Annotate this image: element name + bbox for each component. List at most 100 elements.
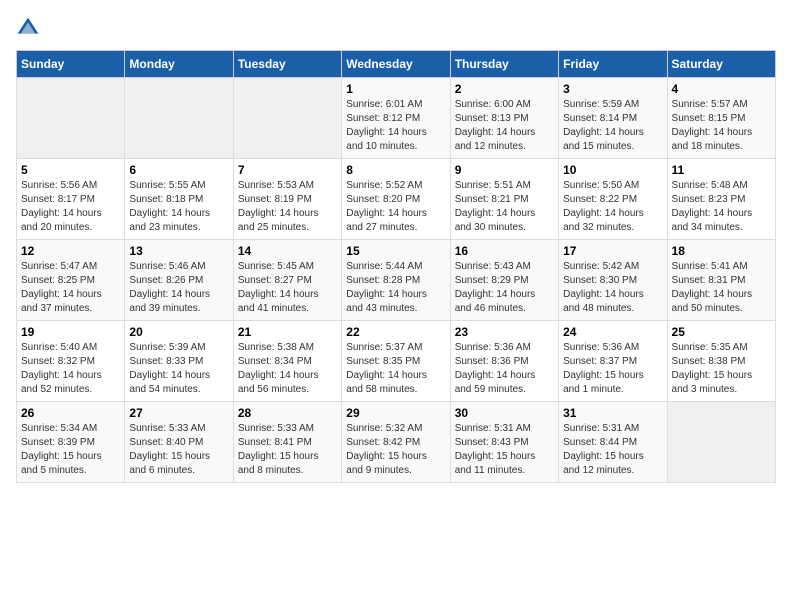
- day-number: 16: [455, 244, 554, 258]
- day-number: 13: [129, 244, 228, 258]
- day-number: 20: [129, 325, 228, 339]
- day-cell: 9 Sunrise: 5:51 AMSunset: 8:21 PMDaylight…: [450, 159, 558, 240]
- day-info: Sunrise: 6:00 AMSunset: 8:13 PMDaylight:…: [455, 98, 554, 154]
- day-cell: [233, 78, 341, 159]
- day-number: 28: [238, 406, 337, 420]
- day-cell: 1Sunrise: 6:01 AMSunset: 8:12 PMDaylight…: [342, 78, 450, 159]
- day-info: Sunrise: 5:56 AMSunset: 8:17 PMDaylight:…: [21, 179, 120, 235]
- day-cell: 5Sunrise: 5:56 AMSunset: 8:17 PMDaylight…: [17, 159, 125, 240]
- day-cell: 26 Sunrise: 5:34 AMSunset: 8:39 PMDayligh…: [17, 402, 125, 483]
- day-number: 22: [346, 325, 445, 339]
- day-cell: 17 Sunrise: 5:42 AMSunset: 8:30 PMDayligh…: [559, 240, 667, 321]
- day-info: Sunrise: 5:38 AMSunset: 8:34 PMDaylight:…: [238, 341, 337, 397]
- day-number: 11: [672, 163, 771, 177]
- day-cell: [667, 402, 775, 483]
- day-number: 4: [672, 82, 771, 96]
- day-info: Sunrise: 5:46 AMSunset: 8:26 PMDaylight:…: [129, 260, 228, 316]
- calendar-table: SundayMondayTuesdayWednesdayThursdayFrid…: [16, 50, 776, 483]
- day-number: 8: [346, 163, 445, 177]
- day-info: Sunrise: 5:33 AMSunset: 8:41 PMDaylight:…: [238, 422, 337, 478]
- day-info: Sunrise: 5:36 AMSunset: 8:36 PMDaylight:…: [455, 341, 554, 397]
- day-cell: 12Sunrise: 5:47 AMSunset: 8:25 PMDayligh…: [17, 240, 125, 321]
- weekday-header-monday: Monday: [125, 51, 233, 78]
- weekday-header-sunday: Sunday: [17, 51, 125, 78]
- day-number: 18: [672, 244, 771, 258]
- day-info: Sunrise: 5:57 AMSunset: 8:15 PMDaylight:…: [672, 98, 771, 154]
- day-info: Sunrise: 5:51 AMSunset: 8:21 PMDaylight:…: [455, 179, 554, 235]
- day-cell: 16Sunrise: 5:43 AMSunset: 8:29 PMDayligh…: [450, 240, 558, 321]
- day-info: Sunrise: 5:44 AMSunset: 8:28 PMDaylight:…: [346, 260, 445, 316]
- day-number: 19: [21, 325, 120, 339]
- day-cell: 4 Sunrise: 5:57 AMSunset: 8:15 PMDaylight…: [667, 78, 775, 159]
- day-number: 1: [346, 82, 445, 96]
- weekday-header-friday: Friday: [559, 51, 667, 78]
- day-info: Sunrise: 5:33 AMSunset: 8:40 PMDaylight:…: [129, 422, 228, 478]
- day-info: Sunrise: 5:32 AMSunset: 8:42 PMDaylight:…: [346, 422, 445, 478]
- day-cell: 20 Sunrise: 5:39 AMSunset: 8:33 PMDayligh…: [125, 321, 233, 402]
- day-cell: 29 Sunrise: 5:32 AMSunset: 8:42 PMDayligh…: [342, 402, 450, 483]
- weekday-header-saturday: Saturday: [667, 51, 775, 78]
- day-cell: 23 Sunrise: 5:36 AMSunset: 8:36 PMDayligh…: [450, 321, 558, 402]
- header: [16, 16, 776, 40]
- day-number: 12: [21, 244, 120, 258]
- day-number: 23: [455, 325, 554, 339]
- day-cell: 7 Sunrise: 5:53 AMSunset: 8:19 PMDaylight…: [233, 159, 341, 240]
- day-info: Sunrise: 5:52 AMSunset: 8:20 PMDaylight:…: [346, 179, 445, 235]
- day-number: 27: [129, 406, 228, 420]
- day-number: 31: [563, 406, 662, 420]
- day-info: Sunrise: 5:37 AMSunset: 8:35 PMDaylight:…: [346, 341, 445, 397]
- week-row-4: 19 Sunrise: 5:40 AMSunset: 8:32 PMDayligh…: [17, 321, 776, 402]
- day-number: 24: [563, 325, 662, 339]
- day-info: Sunrise: 5:59 AMSunset: 8:14 PMDaylight:…: [563, 98, 662, 154]
- day-cell: 25Sunrise: 5:35 AMSunset: 8:38 PMDayligh…: [667, 321, 775, 402]
- day-number: 3: [563, 82, 662, 96]
- day-cell: 14 Sunrise: 5:45 AMSunset: 8:27 PMDayligh…: [233, 240, 341, 321]
- week-row-2: 5Sunrise: 5:56 AMSunset: 8:17 PMDaylight…: [17, 159, 776, 240]
- day-info: Sunrise: 5:40 AMSunset: 8:32 PMDaylight:…: [21, 341, 120, 397]
- day-cell: 19 Sunrise: 5:40 AMSunset: 8:32 PMDayligh…: [17, 321, 125, 402]
- day-cell: 24 Sunrise: 5:36 AMSunset: 8:37 PMDayligh…: [559, 321, 667, 402]
- day-number: 26: [21, 406, 120, 420]
- day-number: 10: [563, 163, 662, 177]
- day-info: Sunrise: 5:55 AMSunset: 8:18 PMDaylight:…: [129, 179, 228, 235]
- day-number: 14: [238, 244, 337, 258]
- day-cell: [125, 78, 233, 159]
- day-number: 17: [563, 244, 662, 258]
- day-number: 7: [238, 163, 337, 177]
- week-row-5: 26 Sunrise: 5:34 AMSunset: 8:39 PMDayligh…: [17, 402, 776, 483]
- day-info: Sunrise: 5:39 AMSunset: 8:33 PMDaylight:…: [129, 341, 228, 397]
- day-cell: 22 Sunrise: 5:37 AMSunset: 8:35 PMDayligh…: [342, 321, 450, 402]
- day-number: 6: [129, 163, 228, 177]
- day-info: Sunrise: 5:48 AMSunset: 8:23 PMDaylight:…: [672, 179, 771, 235]
- day-cell: 28 Sunrise: 5:33 AMSunset: 8:41 PMDayligh…: [233, 402, 341, 483]
- day-number: 21: [238, 325, 337, 339]
- day-cell: 18 Sunrise: 5:41 AMSunset: 8:31 PMDayligh…: [667, 240, 775, 321]
- day-cell: 6 Sunrise: 5:55 AMSunset: 8:18 PMDaylight…: [125, 159, 233, 240]
- weekday-header-tuesday: Tuesday: [233, 51, 341, 78]
- day-info: Sunrise: 5:31 AMSunset: 8:43 PMDaylight:…: [455, 422, 554, 478]
- weekday-header-row: SundayMondayTuesdayWednesdayThursdayFrid…: [17, 51, 776, 78]
- day-info: Sunrise: 5:36 AMSunset: 8:37 PMDaylight:…: [563, 341, 662, 397]
- day-info: Sunrise: 5:31 AMSunset: 8:44 PMDaylight:…: [563, 422, 662, 478]
- day-number: 30: [455, 406, 554, 420]
- day-info: Sunrise: 5:45 AMSunset: 8:27 PMDaylight:…: [238, 260, 337, 316]
- day-number: 29: [346, 406, 445, 420]
- day-cell: 15Sunrise: 5:44 AMSunset: 8:28 PMDayligh…: [342, 240, 450, 321]
- day-cell: 8 Sunrise: 5:52 AMSunset: 8:20 PMDaylight…: [342, 159, 450, 240]
- weekday-header-thursday: Thursday: [450, 51, 558, 78]
- day-number: 9: [455, 163, 554, 177]
- day-cell: 2 Sunrise: 6:00 AMSunset: 8:13 PMDaylight…: [450, 78, 558, 159]
- day-cell: 3 Sunrise: 5:59 AMSunset: 8:14 PMDaylight…: [559, 78, 667, 159]
- logo-icon: [16, 16, 40, 40]
- day-info: Sunrise: 5:42 AMSunset: 8:30 PMDaylight:…: [563, 260, 662, 316]
- day-info: Sunrise: 5:53 AMSunset: 8:19 PMDaylight:…: [238, 179, 337, 235]
- day-number: 2: [455, 82, 554, 96]
- day-cell: 10 Sunrise: 5:50 AMSunset: 8:22 PMDayligh…: [559, 159, 667, 240]
- week-row-1: 1Sunrise: 6:01 AMSunset: 8:12 PMDaylight…: [17, 78, 776, 159]
- day-number: 25: [672, 325, 771, 339]
- weekday-header-wednesday: Wednesday: [342, 51, 450, 78]
- day-info: Sunrise: 5:50 AMSunset: 8:22 PMDaylight:…: [563, 179, 662, 235]
- day-info: Sunrise: 5:34 AMSunset: 8:39 PMDaylight:…: [21, 422, 120, 478]
- day-cell: 30 Sunrise: 5:31 AMSunset: 8:43 PMDayligh…: [450, 402, 558, 483]
- day-info: Sunrise: 5:41 AMSunset: 8:31 PMDaylight:…: [672, 260, 771, 316]
